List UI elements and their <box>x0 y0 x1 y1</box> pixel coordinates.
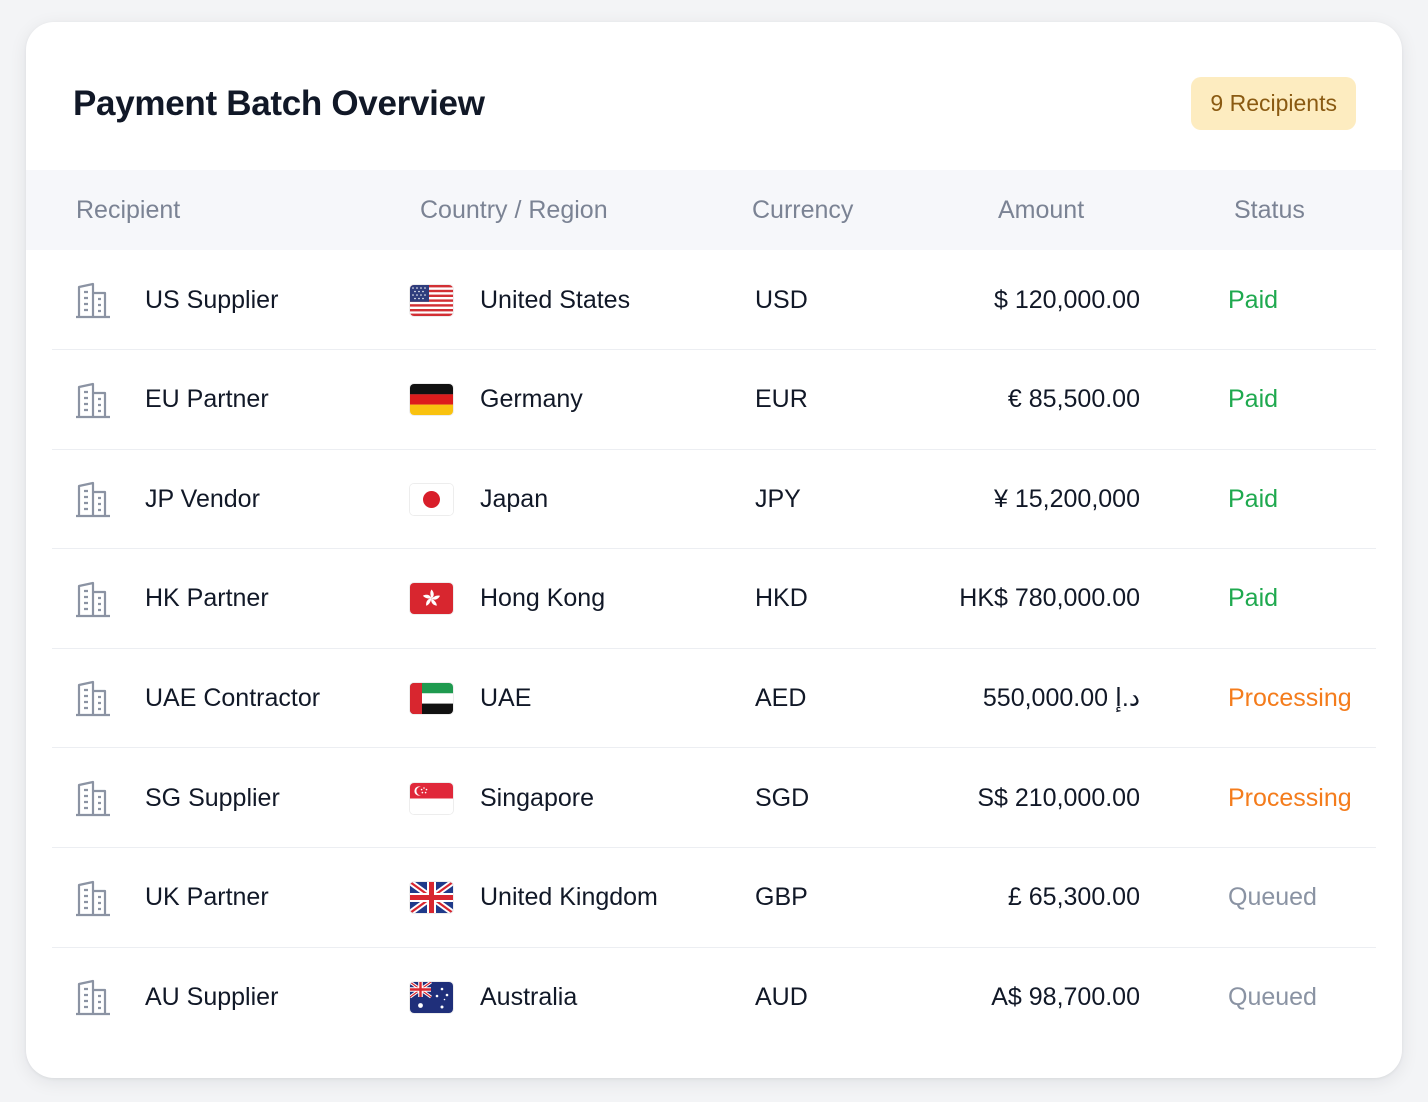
currency-code: AUD <box>755 982 808 1011</box>
building-icon <box>75 350 115 450</box>
currency-code: EUR <box>755 385 808 414</box>
table-row[interactable]: US Supplier United States USD $ 120,000.00 P… <box>52 250 1376 350</box>
building-icon <box>75 449 115 549</box>
column-header-recipient[interactable]: Recipient <box>76 170 180 250</box>
recipient-name: SG Supplier <box>145 783 280 812</box>
country-name: Japan <box>480 484 549 513</box>
table-row[interactable]: AU Supplier Australia AUD A$ 98,700.00 Queue… <box>52 947 1376 1047</box>
table-row[interactable]: HK Partner Hong Kong HKD HK$ 780,000.00 Paid <box>52 549 1376 649</box>
country-name: United Kingdom <box>480 883 658 912</box>
status-label: Paid <box>1228 285 1279 314</box>
status-label: Processing <box>1228 783 1352 812</box>
status-label: Paid <box>1228 584 1279 613</box>
currency-code: GBP <box>755 883 808 912</box>
column-header-status[interactable]: Status <box>1234 170 1305 250</box>
currency-code: AED <box>755 683 807 712</box>
status-label: Paid <box>1228 484 1279 513</box>
amount-value: S$ 210,000.00 <box>977 783 1140 812</box>
status-label: Processing <box>1228 683 1352 712</box>
status-label: Queued <box>1228 982 1317 1011</box>
recipient-name: JP Vendor <box>145 484 260 513</box>
country-name: United States <box>480 285 631 314</box>
amount-value: £ 65,300.00 <box>1007 883 1140 912</box>
amount-value: A$ 98,700.00 <box>991 982 1140 1011</box>
country-name: Singapore <box>480 783 594 812</box>
recipient-name: UK Partner <box>145 883 269 912</box>
building-icon <box>75 549 115 649</box>
recipient-name: US Supplier <box>145 285 279 314</box>
table-row[interactable]: UAE Contractor UAE AED د.إ 550,000.00 Proces… <box>52 648 1376 749</box>
country-name: UAE <box>480 683 532 712</box>
table-row[interactable]: JP Vendor Japan JPY ¥ 15,200,000 Paid <box>52 449 1376 550</box>
amount-value: ¥ 15,200,000 <box>994 484 1140 513</box>
flag-hk-icon <box>410 549 454 649</box>
column-header-amount[interactable]: Amount <box>998 170 1084 250</box>
currency-code: HKD <box>755 584 808 613</box>
table-row[interactable]: UK Partner United Kingdom GBP £ 65,300.00 Qu… <box>52 848 1376 948</box>
table-header: Recipient Country / Region Currency Amou… <box>26 170 1402 250</box>
table-row[interactable]: EU Partner Germany EUR € 85,500.00 Paid <box>52 350 1376 450</box>
flag-ae-icon <box>410 648 454 748</box>
recipients-count-badge: 9 Recipients <box>1191 77 1356 130</box>
column-header-currency[interactable]: Currency <box>752 170 853 250</box>
amount-value: € 85,500.00 <box>1007 385 1140 414</box>
building-icon <box>75 648 115 748</box>
status-label: Paid <box>1228 385 1279 414</box>
currency-code: JPY <box>755 484 801 513</box>
country-name: Germany <box>480 385 583 414</box>
payment-batch-card: Payment Batch Overview 9 Recipients Reci… <box>26 22 1402 1078</box>
country-name: Australia <box>480 982 578 1011</box>
card-header: Payment Batch Overview 9 Recipients <box>26 22 1402 170</box>
building-icon <box>75 848 115 948</box>
flag-gb-icon <box>410 848 454 948</box>
status-label: Queued <box>1228 883 1317 912</box>
flag-us-icon <box>410 250 454 350</box>
recipient-name: EU Partner <box>145 385 269 414</box>
flag-sg-icon <box>410 748 454 848</box>
building-icon <box>75 748 115 848</box>
recipient-name: HK Partner <box>145 584 269 613</box>
building-icon <box>75 947 115 1047</box>
flag-au-icon <box>410 947 454 1047</box>
amount-value: HK$ 780,000.00 <box>959 584 1140 613</box>
column-header-country[interactable]: Country / Region <box>420 170 608 250</box>
recipient-name: UAE Contractor <box>145 683 321 712</box>
building-icon <box>75 250 115 350</box>
country-name: Hong Kong <box>480 584 606 613</box>
amount-value: $ 120,000.00 <box>994 285 1140 314</box>
recipient-name: AU Supplier <box>145 982 279 1011</box>
table-row[interactable]: SG Supplier Singapore SGD S$ 210,000.00 Proc… <box>52 748 1376 848</box>
page-title: Payment Batch Overview <box>73 84 485 123</box>
flag-de-icon <box>410 350 454 450</box>
amount-value: د.إ 550,000.00 <box>982 684 1140 713</box>
flag-jp-icon <box>410 449 454 549</box>
currency-code: USD <box>755 285 808 314</box>
currency-code: SGD <box>755 783 810 812</box>
